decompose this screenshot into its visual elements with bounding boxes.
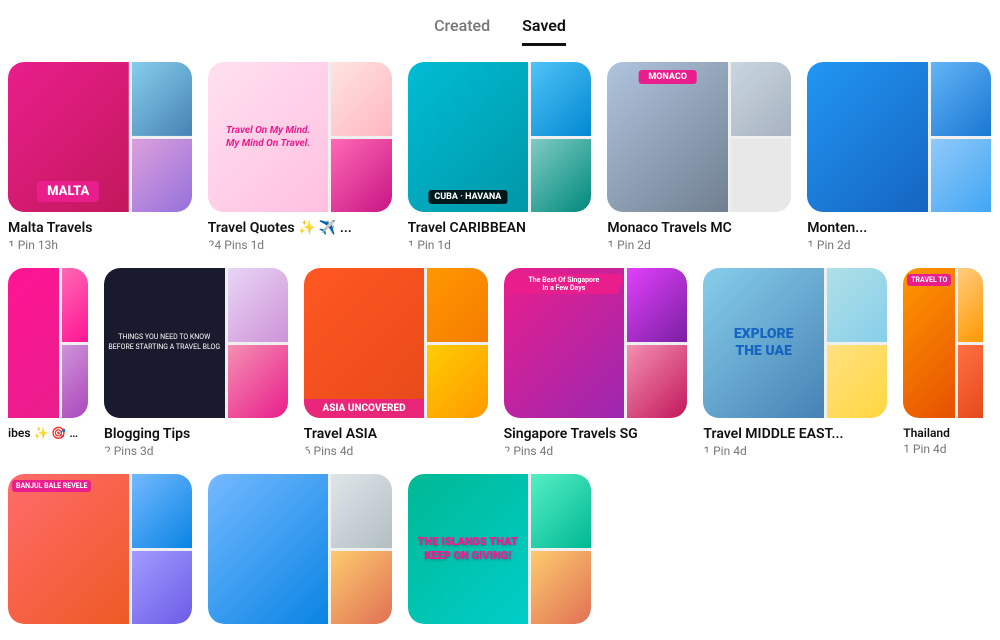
board-thailand[interactable]: TRAVEL TO Thailand 1 Pin 4d: [903, 268, 983, 458]
board-title: ibes ✨ 🎯 💙 ...: [8, 426, 88, 440]
board-caribbean[interactable]: CUBA · HAVANA Travel CARIBBEAN 1 Pin 1d: [408, 62, 592, 252]
board-row-1: Malta Travels 1 Pin 13h Travel On My Min…: [0, 62, 1000, 252]
board-title: Travel MIDDLE EAST...: [703, 426, 887, 442]
board-blogging[interactable]: THINGS YOU NEED TO KNOW BEFORE STARTING …: [104, 268, 288, 458]
board-title: Blogging Tips: [104, 426, 288, 442]
tab-saved[interactable]: Saved: [522, 16, 566, 46]
board-meta: 1 Pin 4d: [703, 444, 887, 458]
board-meta: 2 Pins 4d: [504, 444, 688, 458]
board-row-2: ibes ✨ 🎯 💙 ... THINGS YOU NEED TO KNOW B…: [0, 268, 1000, 458]
board-asia[interactable]: ASIA UNCOVERED Travel ASIA 6 Pins 4d: [304, 268, 488, 458]
board-meta: 1 Pin 2d: [607, 238, 791, 252]
board-meta: 1 Pin 2d: [807, 238, 991, 252]
board-title: Malta Travels: [8, 220, 192, 236]
board-title: Thailand: [903, 426, 983, 440]
board-uae[interactable]: EXPLORETHE UAE Travel MIDDLE EAST... 1 P…: [703, 268, 887, 458]
board-title: Monaco Travels MC: [607, 220, 791, 236]
board-title: Travel Quotes ✨ ✈️ ...: [208, 220, 392, 236]
board-meta: 1 Pin 1d: [408, 238, 592, 252]
board-meta: 24 Pins 1d: [208, 238, 392, 252]
board-meta: 1 Pin 13h: [8, 238, 192, 252]
board-title: Travel CARIBBEAN: [408, 220, 592, 236]
board-windmill[interactable]: [208, 474, 392, 624]
board-bali[interactable]: BANJUL BALE REVELE: [8, 474, 192, 624]
board-singapore[interactable]: The Best Of SingaporeIn a Few Days Singa…: [504, 268, 688, 458]
board-row-3: BANJUL BALE REVELE THE ISLANDS THATKEEP …: [0, 474, 1000, 624]
board-quotes[interactable]: Travel On My Mind.My Mind On Travel. Tra…: [208, 62, 392, 252]
board-meta: 6 Pins 4d: [304, 444, 488, 458]
board-meta: 2 Pins 3d: [104, 444, 288, 458]
board-vibes[interactable]: ibes ✨ 🎯 💙 ...: [8, 268, 88, 458]
board-title: Travel ASIA: [304, 426, 488, 442]
board-title: Singapore Travels SG: [504, 426, 688, 442]
board-monaco[interactable]: MONACO Monaco Travels MC 1 Pin 2d: [607, 62, 791, 252]
board-islands[interactable]: THE ISLANDS THATKEEP ON GIVING!: [408, 474, 592, 624]
board-meta: 1 Pin 4d: [903, 442, 983, 456]
board-monten[interactable]: Monten... 1 Pin 2d: [807, 62, 991, 252]
board-malta[interactable]: Malta Travels 1 Pin 13h: [8, 62, 192, 252]
tab-created[interactable]: Created: [434, 16, 490, 46]
tab-bar: Created Saved: [0, 0, 1000, 46]
board-title: Monten...: [807, 220, 991, 236]
